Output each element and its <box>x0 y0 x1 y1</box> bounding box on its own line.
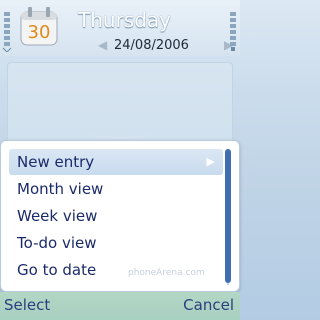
menu-item-label: New entry <box>17 153 95 171</box>
previous-day-icon[interactable]: ◀ <box>98 38 107 52</box>
menu-item-month-view[interactable]: Month view <box>9 176 223 202</box>
chevron-right-icon: ▶ <box>206 155 215 168</box>
battery-icon <box>230 12 236 51</box>
pane-divider-icon <box>87 133 155 138</box>
menu-item-label: Month view <box>17 180 104 198</box>
menu-item-week-view[interactable]: Week view <box>9 203 223 229</box>
day-label: Thursday <box>78 8 171 32</box>
menu-item-label: Go to date <box>17 261 97 279</box>
watermark: phoneArena.com <box>128 268 205 278</box>
date-label: 24/08/2006 <box>114 38 189 53</box>
cancel-softkey[interactable]: Cancel <box>183 296 234 314</box>
select-softkey[interactable]: Select <box>4 296 50 314</box>
menu-item-new-entry[interactable]: New entry ▶ <box>9 149 223 175</box>
menu-item-label: Week view <box>17 207 98 225</box>
signal-strength-icon <box>2 12 12 52</box>
calendar-app-icon: 30 <box>20 7 58 46</box>
menu-item-label: To-do view <box>17 234 97 252</box>
menu-scrollbar[interactable] <box>225 149 231 285</box>
menu-item-todo-view[interactable]: To-do view <box>9 230 223 256</box>
calendar-day-number: 30 <box>28 22 51 43</box>
scroll-thumb[interactable] <box>225 149 231 283</box>
softkey-bar: Select Cancel <box>0 292 240 320</box>
calendar-screen: { "header": { "day": "Thursday", "date":… <box>0 0 240 320</box>
status-header: 30 Thursday ◀ 24/08/2006 ▶ <box>0 0 240 56</box>
